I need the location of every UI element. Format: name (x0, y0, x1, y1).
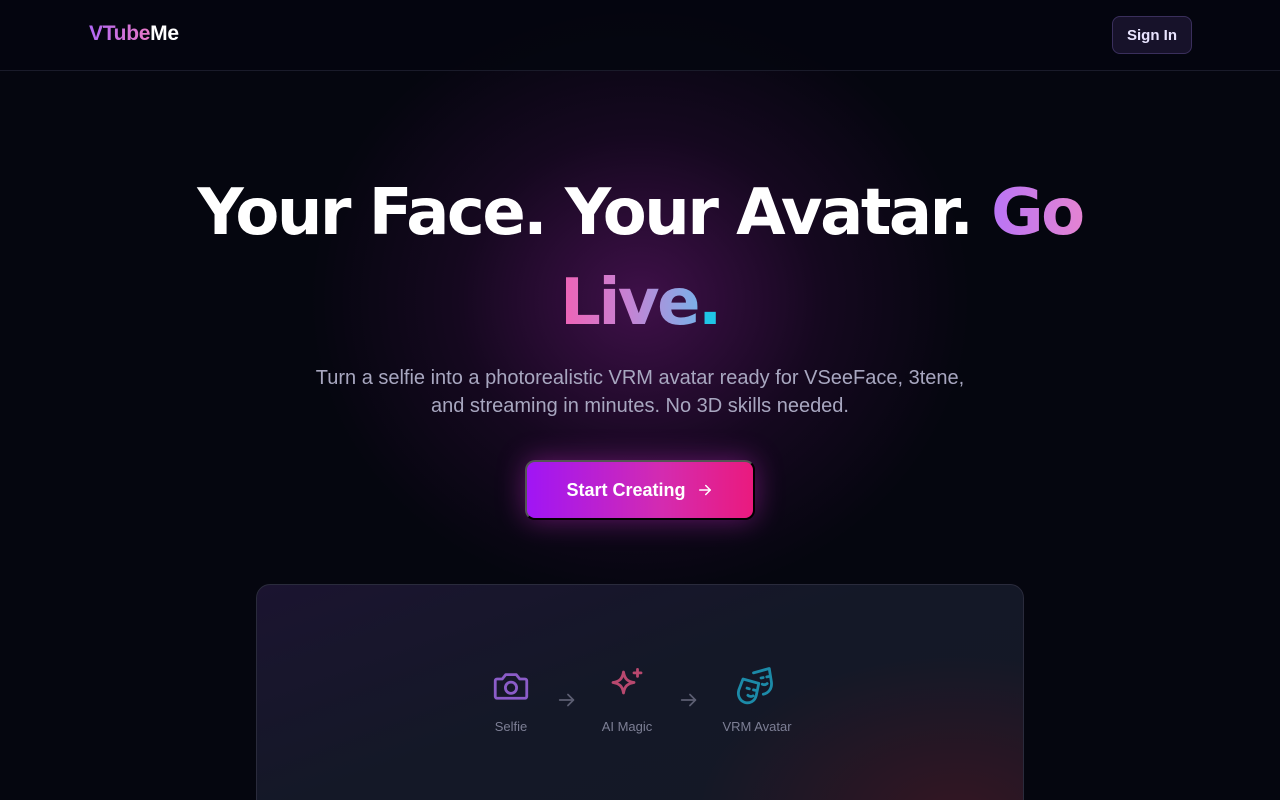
landing-page: VTubeMe Sign In Your Face. Your Avatar. … (0, 0, 1280, 800)
arrow-right-icon (680, 693, 697, 707)
step-label-vrm-avatar: VRM Avatar (722, 719, 792, 734)
logo-text-vtube: VTube (89, 22, 151, 45)
headline-line-2: Live. (0, 258, 1280, 348)
arrow-right-icon (558, 693, 575, 707)
start-creating-label: Start Creating (566, 479, 686, 500)
headline-dot: . (698, 266, 722, 340)
brand-logo[interactable]: VTubeMe (89, 22, 179, 46)
headline-live: Live (560, 266, 700, 340)
step-label-ai-magic: AI Magic (601, 719, 653, 734)
theater-mask-icon (736, 667, 773, 705)
logo-text-me: Me (150, 22, 179, 45)
top-nav: VTubeMe Sign In (0, 0, 1280, 71)
workflow-preview-card: Selfie AI Magic VRM Avatar (256, 584, 1024, 800)
sparkles-icon (611, 667, 643, 695)
arrow-right-icon (698, 484, 711, 496)
step-ai-magic: AI Magic (577, 665, 677, 734)
headline-go: Go (991, 176, 1085, 250)
sign-in-button[interactable]: Sign In (1112, 16, 1192, 54)
headline-line-1: Your Face. Your Avatar. Go (0, 168, 1280, 258)
start-creating-button[interactable]: Start Creating (525, 460, 755, 520)
camera-icon (493, 673, 529, 700)
step-label-selfie: Selfie (494, 719, 528, 734)
step-selfie: Selfie (461, 665, 561, 734)
step-vrm-avatar: VRM Avatar (707, 665, 807, 734)
headline-text: Your Face. Your Avatar. (197, 176, 992, 250)
hero-subtitle: Turn a selfie into a photorealistic VRM … (315, 367, 965, 417)
hero-headline: Your Face. Your Avatar. Go Live. (0, 168, 1280, 348)
